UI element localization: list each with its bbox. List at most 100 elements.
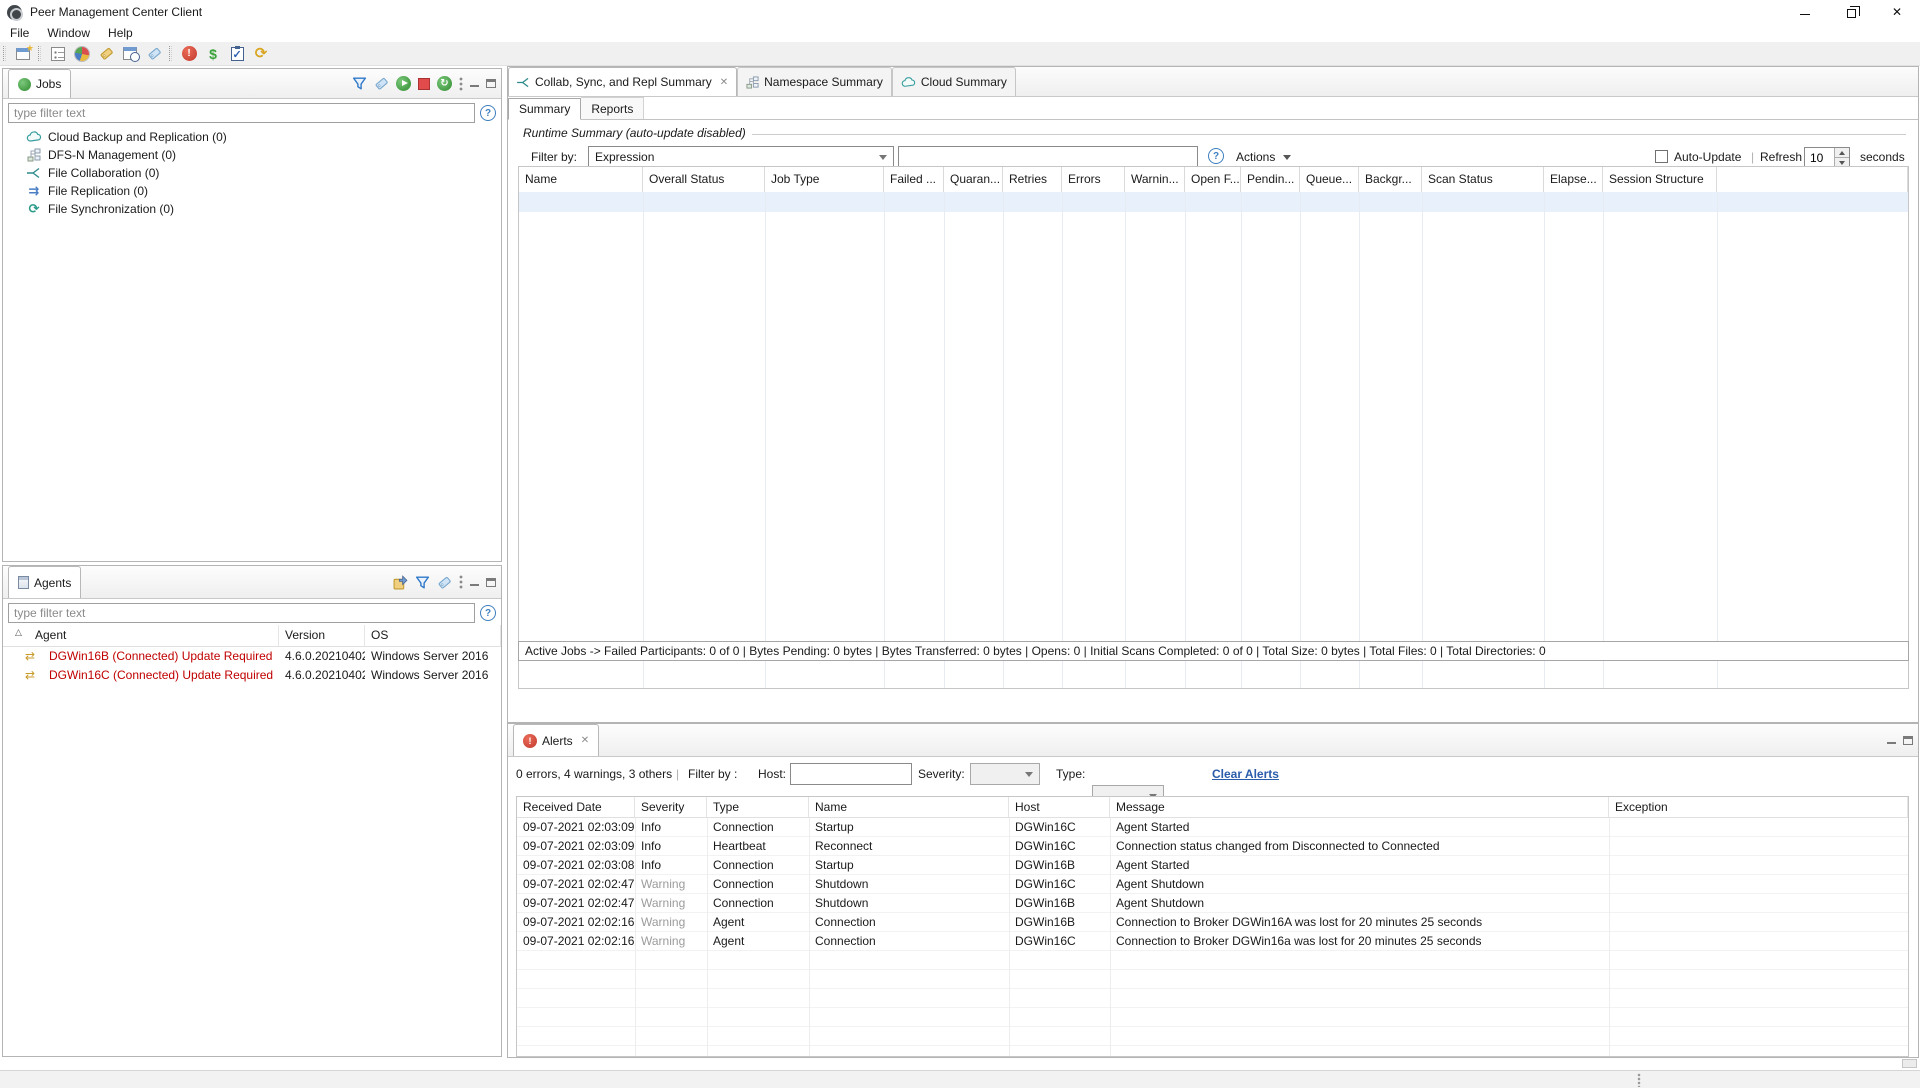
column-scan-status[interactable]: Scan Status xyxy=(1422,167,1544,192)
column-received-date[interactable]: Received Date xyxy=(517,797,635,817)
tab-close-icon[interactable]: ✕ xyxy=(720,77,728,88)
chevron-down-icon[interactable] xyxy=(1283,155,1291,160)
alert-row[interactable]: 09-07-2021 02:02:47Warning ConnectionShu… xyxy=(517,894,1908,913)
window-close-button[interactable]: ✕ xyxy=(1874,0,1920,24)
column-message[interactable]: Message xyxy=(1110,797,1609,817)
alert-row[interactable]: 09-07-2021 02:03:09Info ConnectionStartu… xyxy=(517,818,1908,837)
column-overall-status[interactable]: Overall Status xyxy=(643,167,765,192)
tree-item-file-collaboration[interactable]: File Collaboration (0) xyxy=(3,164,501,182)
new-job-button[interactable] xyxy=(12,43,34,65)
stop-job-icon[interactable] xyxy=(418,78,430,90)
view-menu-icon[interactable] xyxy=(459,77,463,91)
toolbar-group-handle[interactable] xyxy=(169,46,172,61)
column-pending[interactable]: Pendin... xyxy=(1241,167,1300,192)
subtab-reports[interactable]: Reports xyxy=(581,97,644,119)
tree-item-file-synchronization[interactable]: ⟳ File Synchronization (0) xyxy=(3,200,501,218)
maximize-view-icon[interactable] xyxy=(486,578,496,587)
clear-alerts-link[interactable]: Clear Alerts xyxy=(1212,767,1279,781)
column-exception[interactable]: Exception xyxy=(1609,797,1908,817)
window-minimize-button[interactable] xyxy=(1782,0,1828,24)
column-session-structure[interactable]: Session Structure xyxy=(1603,167,1717,192)
tags-button[interactable] xyxy=(143,43,165,65)
tag-icon[interactable] xyxy=(374,76,389,91)
help-icon[interactable]: ? xyxy=(480,105,496,121)
filter-type-combo[interactable]: Expression xyxy=(588,146,894,168)
help-icon[interactable]: ? xyxy=(480,605,496,621)
tab-close-icon[interactable]: ✕ xyxy=(581,735,589,746)
filter-funnel-icon[interactable] xyxy=(352,76,367,91)
alert-row[interactable]: 09-07-2021 02:03:08Info ConnectionStartu… xyxy=(517,856,1908,875)
menu-window[interactable]: Window xyxy=(38,24,99,42)
alert-row[interactable]: 09-07-2021 02:02:16Warning AgentConnecti… xyxy=(517,932,1908,951)
start-job-icon[interactable] xyxy=(396,76,411,91)
jobs-tab[interactable]: Jobs xyxy=(8,69,71,98)
minimize-view-icon[interactable] xyxy=(470,579,479,586)
jobs-filter-input[interactable] xyxy=(8,103,475,123)
refresh-button[interactable]: ⟳ xyxy=(250,43,272,65)
actions-menu-label[interactable]: Actions xyxy=(1236,150,1275,164)
auto-update-checkbox[interactable] xyxy=(1655,150,1668,163)
column-name[interactable]: Name xyxy=(809,797,1009,817)
severity-combo[interactable] xyxy=(970,763,1040,785)
menu-file[interactable]: File xyxy=(0,24,38,42)
tree-item-file-replication[interactable]: ⇉ File Replication (0) xyxy=(3,182,501,200)
minimize-view-icon[interactable] xyxy=(1887,737,1896,744)
agents-column-version[interactable]: Version xyxy=(279,625,365,646)
agents-column-agent[interactable]: △ Agent xyxy=(3,625,279,646)
tree-item-dfsn[interactable]: DFS-N Management (0) xyxy=(3,146,501,164)
assign-tags-button[interactable] xyxy=(95,43,117,65)
minimize-view-icon[interactable] xyxy=(470,80,479,87)
maximize-view-icon[interactable] xyxy=(1903,736,1913,745)
maximize-view-icon[interactable] xyxy=(486,79,496,88)
filter-expression-input[interactable] xyxy=(898,146,1198,168)
alert-row[interactable]: 09-07-2021 02:03:09Info HeartbeatReconne… xyxy=(517,837,1908,856)
licensing-button[interactable]: $ xyxy=(202,43,224,65)
schedule-button[interactable] xyxy=(119,43,141,65)
tab-collab-sync-repl-summary[interactable]: Collab, Sync, and Repl Summary ✕ xyxy=(508,67,737,96)
tasks-button[interactable] xyxy=(226,43,248,65)
column-quarantined[interactable]: Quaran... xyxy=(944,167,1003,192)
view-menu-icon[interactable] xyxy=(459,575,463,589)
agents-filter-input[interactable] xyxy=(8,603,475,623)
column-job-type[interactable]: Job Type xyxy=(765,167,884,192)
column-elapsed[interactable]: Elapse... xyxy=(1544,167,1603,192)
column-retries[interactable]: Retries xyxy=(1003,167,1062,192)
window-restore-button[interactable] xyxy=(1828,0,1874,24)
subtab-summary[interactable]: Summary xyxy=(508,98,581,120)
toolbar-group-handle[interactable] xyxy=(38,46,41,61)
scrollbar-endcap[interactable] xyxy=(1902,1059,1917,1068)
tag-icon[interactable] xyxy=(437,575,452,590)
host-filter-input[interactable] xyxy=(790,763,912,785)
column-host[interactable]: Host xyxy=(1009,797,1110,817)
column-type[interactable]: Type xyxy=(707,797,809,817)
tab-cloud-summary[interactable]: Cloud Summary xyxy=(892,67,1016,96)
agents-tab[interactable]: Agents xyxy=(8,566,81,598)
alert-row[interactable]: 09-07-2021 02:02:47Warning ConnectionShu… xyxy=(517,875,1908,894)
column-background[interactable]: Backgr... xyxy=(1359,167,1422,192)
column-errors[interactable]: Errors xyxy=(1062,167,1125,192)
agent-row[interactable]: ⇄ DGWin16C (Connected) Update Required 4… xyxy=(3,666,501,685)
install-updates-icon[interactable] xyxy=(393,575,408,590)
restart-job-icon[interactable]: ↻ xyxy=(437,76,452,91)
help-icon[interactable]: ? xyxy=(1208,148,1224,164)
toolbar-group-handle[interactable] xyxy=(3,46,6,61)
agents-column-os[interactable]: OS xyxy=(365,625,501,646)
spinner-up-button[interactable] xyxy=(1835,148,1849,158)
refresh-interval-input[interactable] xyxy=(1805,148,1833,167)
dashboard-button[interactable] xyxy=(71,43,93,65)
column-queued[interactable]: Queue... xyxy=(1300,167,1359,192)
filter-funnel-icon[interactable] xyxy=(415,575,430,590)
column-severity[interactable]: Severity xyxy=(635,797,707,817)
menu-help[interactable]: Help xyxy=(99,24,142,42)
tree-item-cloud-backup[interactable]: Cloud Backup and Replication (0) xyxy=(3,128,501,146)
alert-row[interactable]: 09-07-2021 02:02:16Warning AgentConnecti… xyxy=(517,913,1908,932)
column-open-files[interactable]: Open F... xyxy=(1185,167,1241,192)
column-warnings[interactable]: Warnin... xyxy=(1125,167,1185,192)
column-name[interactable]: Name xyxy=(519,167,643,192)
alerts-tab[interactable]: ! Alerts ✕ xyxy=(513,724,599,756)
tab-namespace-summary[interactable]: Namespace Summary xyxy=(737,67,892,96)
view-list-button[interactable] xyxy=(47,43,69,65)
agent-row[interactable]: ⇄ DGWin16B (Connected) Update Required 4… xyxy=(3,647,501,666)
drag-grip-icon[interactable] xyxy=(1637,1073,1641,1087)
alerts-button[interactable]: ! xyxy=(178,43,200,65)
